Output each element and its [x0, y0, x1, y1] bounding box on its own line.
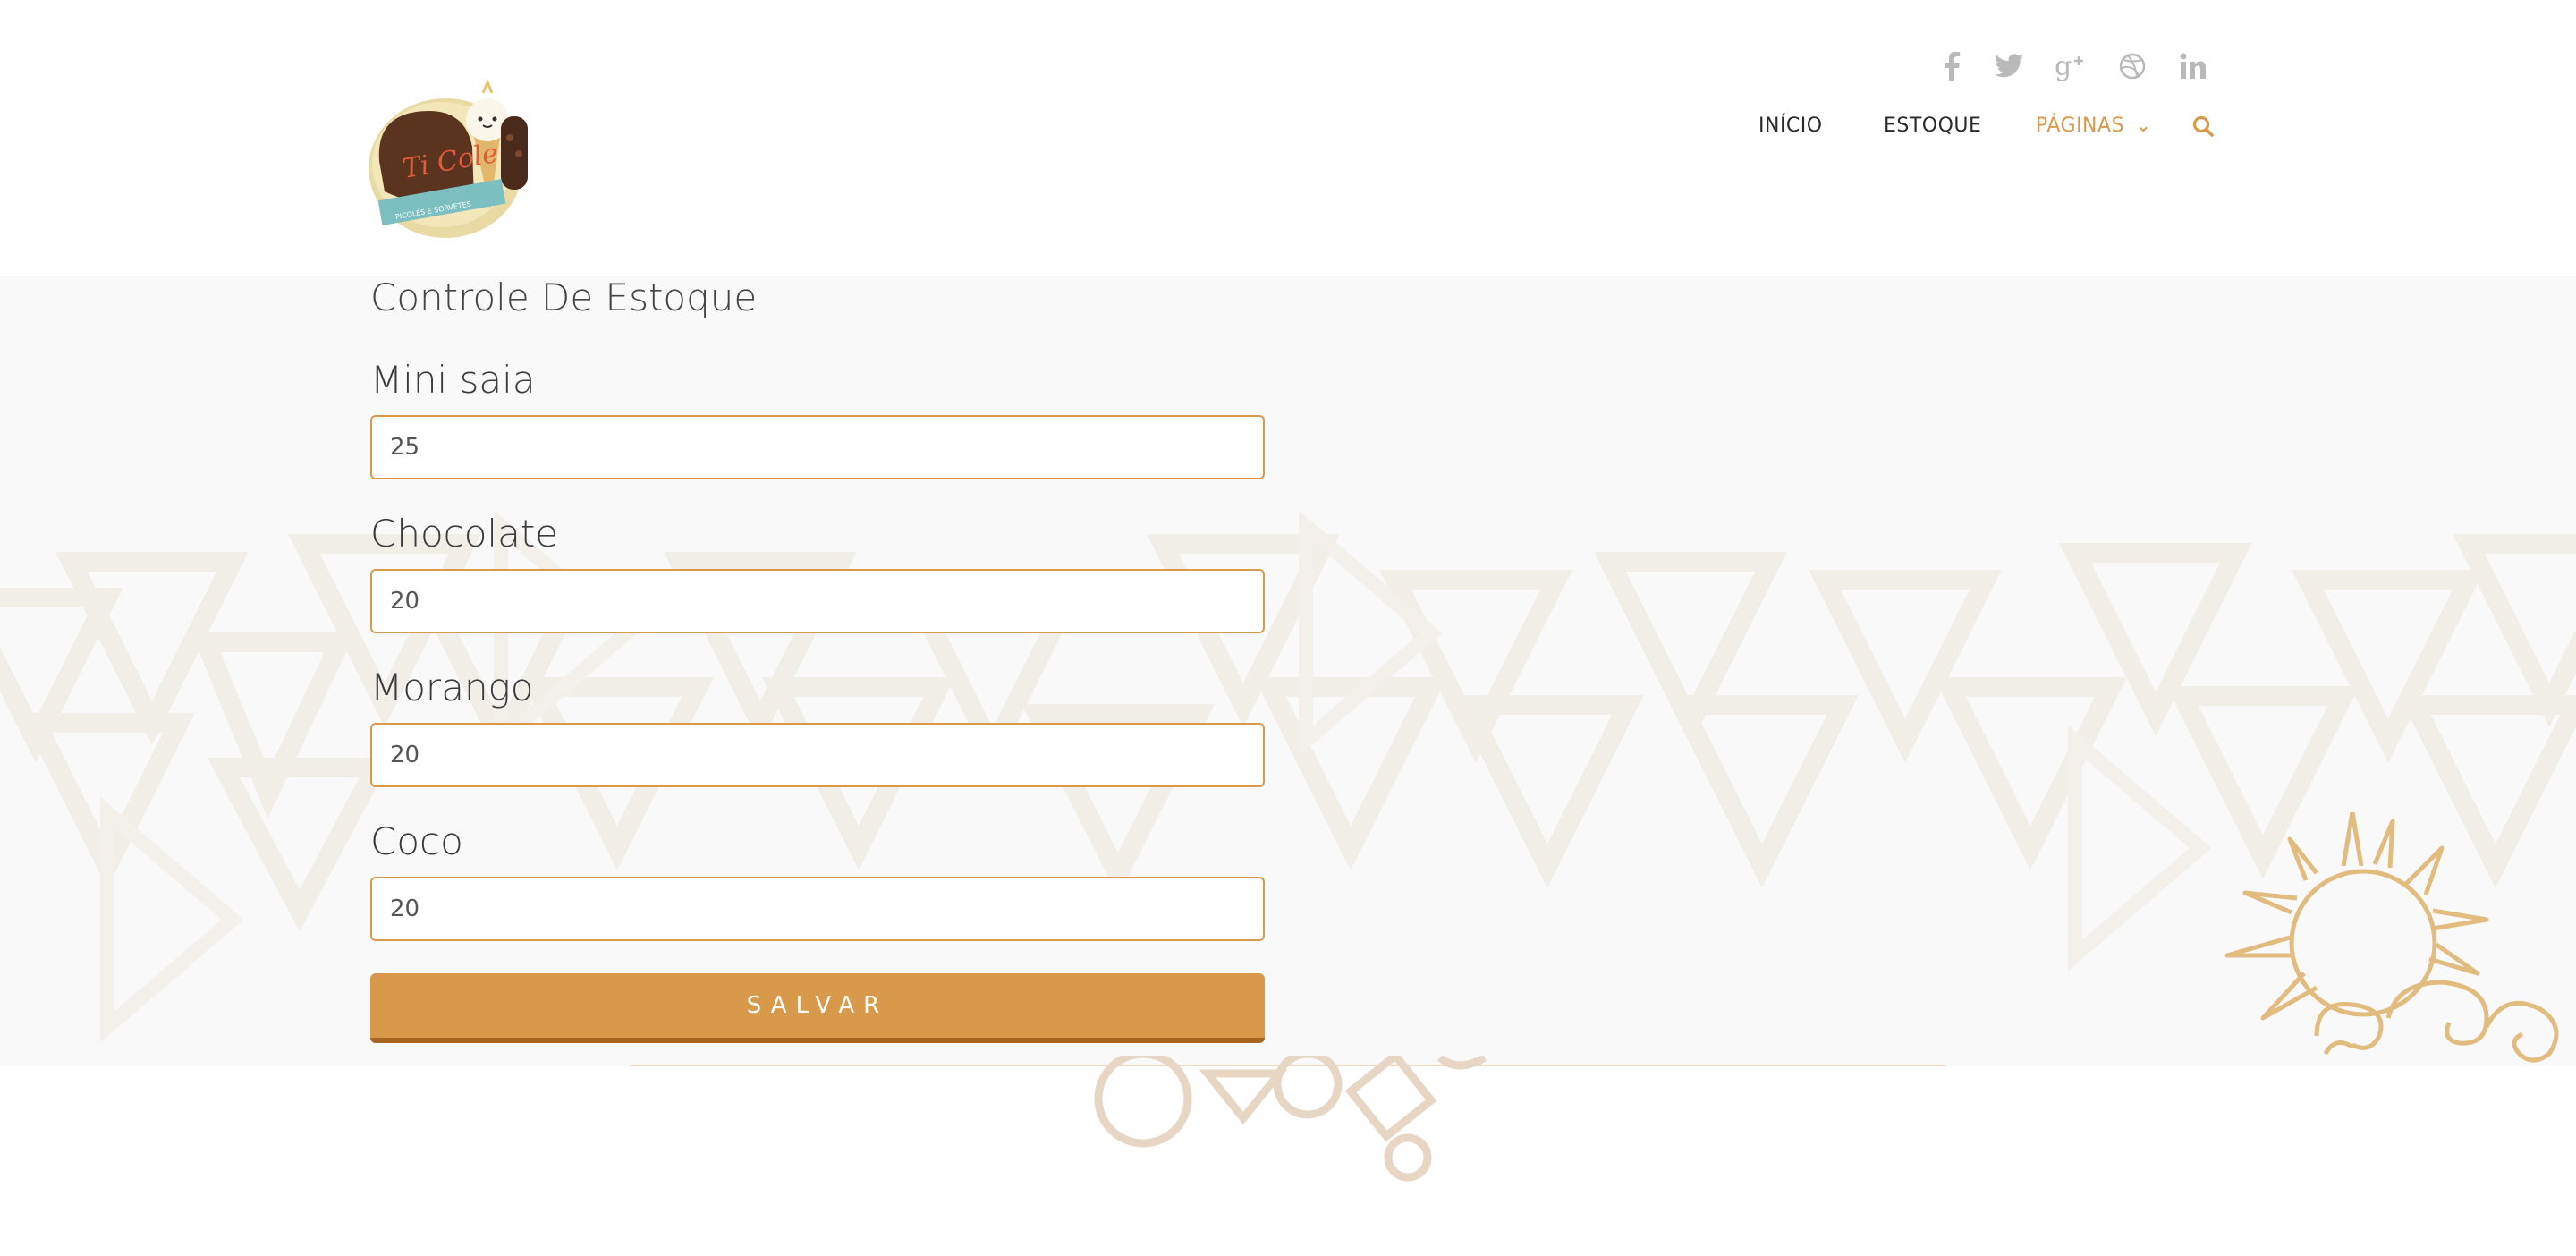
chocolate-input[interactable] [370, 569, 1265, 633]
content-section: Controle De Estoque Mini saia Chocolate … [0, 276, 2576, 1066]
nav-item-estoque[interactable]: ESTOQUE [1884, 115, 1981, 137]
field-label-morango: Morango [370, 666, 534, 709]
field-label-mini-saia: Mini saia [370, 358, 536, 402]
svg-text:g: g [2055, 52, 2072, 81]
social-links: g [0, 48, 2576, 84]
search-icon[interactable] [2191, 115, 2215, 143]
google-plus-icon[interactable]: g [2052, 48, 2088, 84]
field-label-chocolate: Chocolate [370, 512, 559, 556]
linkedin-icon[interactable] [2175, 48, 2211, 84]
chevron-down-icon: ⌄ [2135, 115, 2152, 137]
sun-decoration [2224, 812, 2559, 1063]
save-button[interactable]: SALVAR [370, 973, 1265, 1043]
main-nav: INÍCIO ESTOQUE PÁGINAS ⌄ [0, 115, 2576, 147]
facebook-icon[interactable] [1934, 48, 1970, 84]
page-title: Controle De Estoque [370, 276, 758, 319]
nav-item-paginas[interactable]: PÁGINAS ⌄ [2036, 115, 2152, 137]
coco-input[interactable] [370, 877, 1265, 941]
site-header: Ti Cole PICOLÉS E SORVETES g INÍCIO ESTO… [0, 0, 2576, 276]
nav-item-inicio[interactable]: INÍCIO [1758, 115, 1823, 137]
nav-item-paginas-label: PÁGINAS [2036, 115, 2125, 137]
logo[interactable]: Ti Cole PICOLÉS E SORVETES [367, 75, 535, 245]
morango-input[interactable] [370, 723, 1265, 787]
mini-saia-input[interactable] [370, 415, 1265, 479]
field-label-coco: Coco [370, 819, 463, 863]
dribbble-icon[interactable] [2114, 48, 2150, 84]
footer-decoration [1094, 1056, 1487, 1182]
twitter-icon[interactable] [1991, 48, 2027, 84]
